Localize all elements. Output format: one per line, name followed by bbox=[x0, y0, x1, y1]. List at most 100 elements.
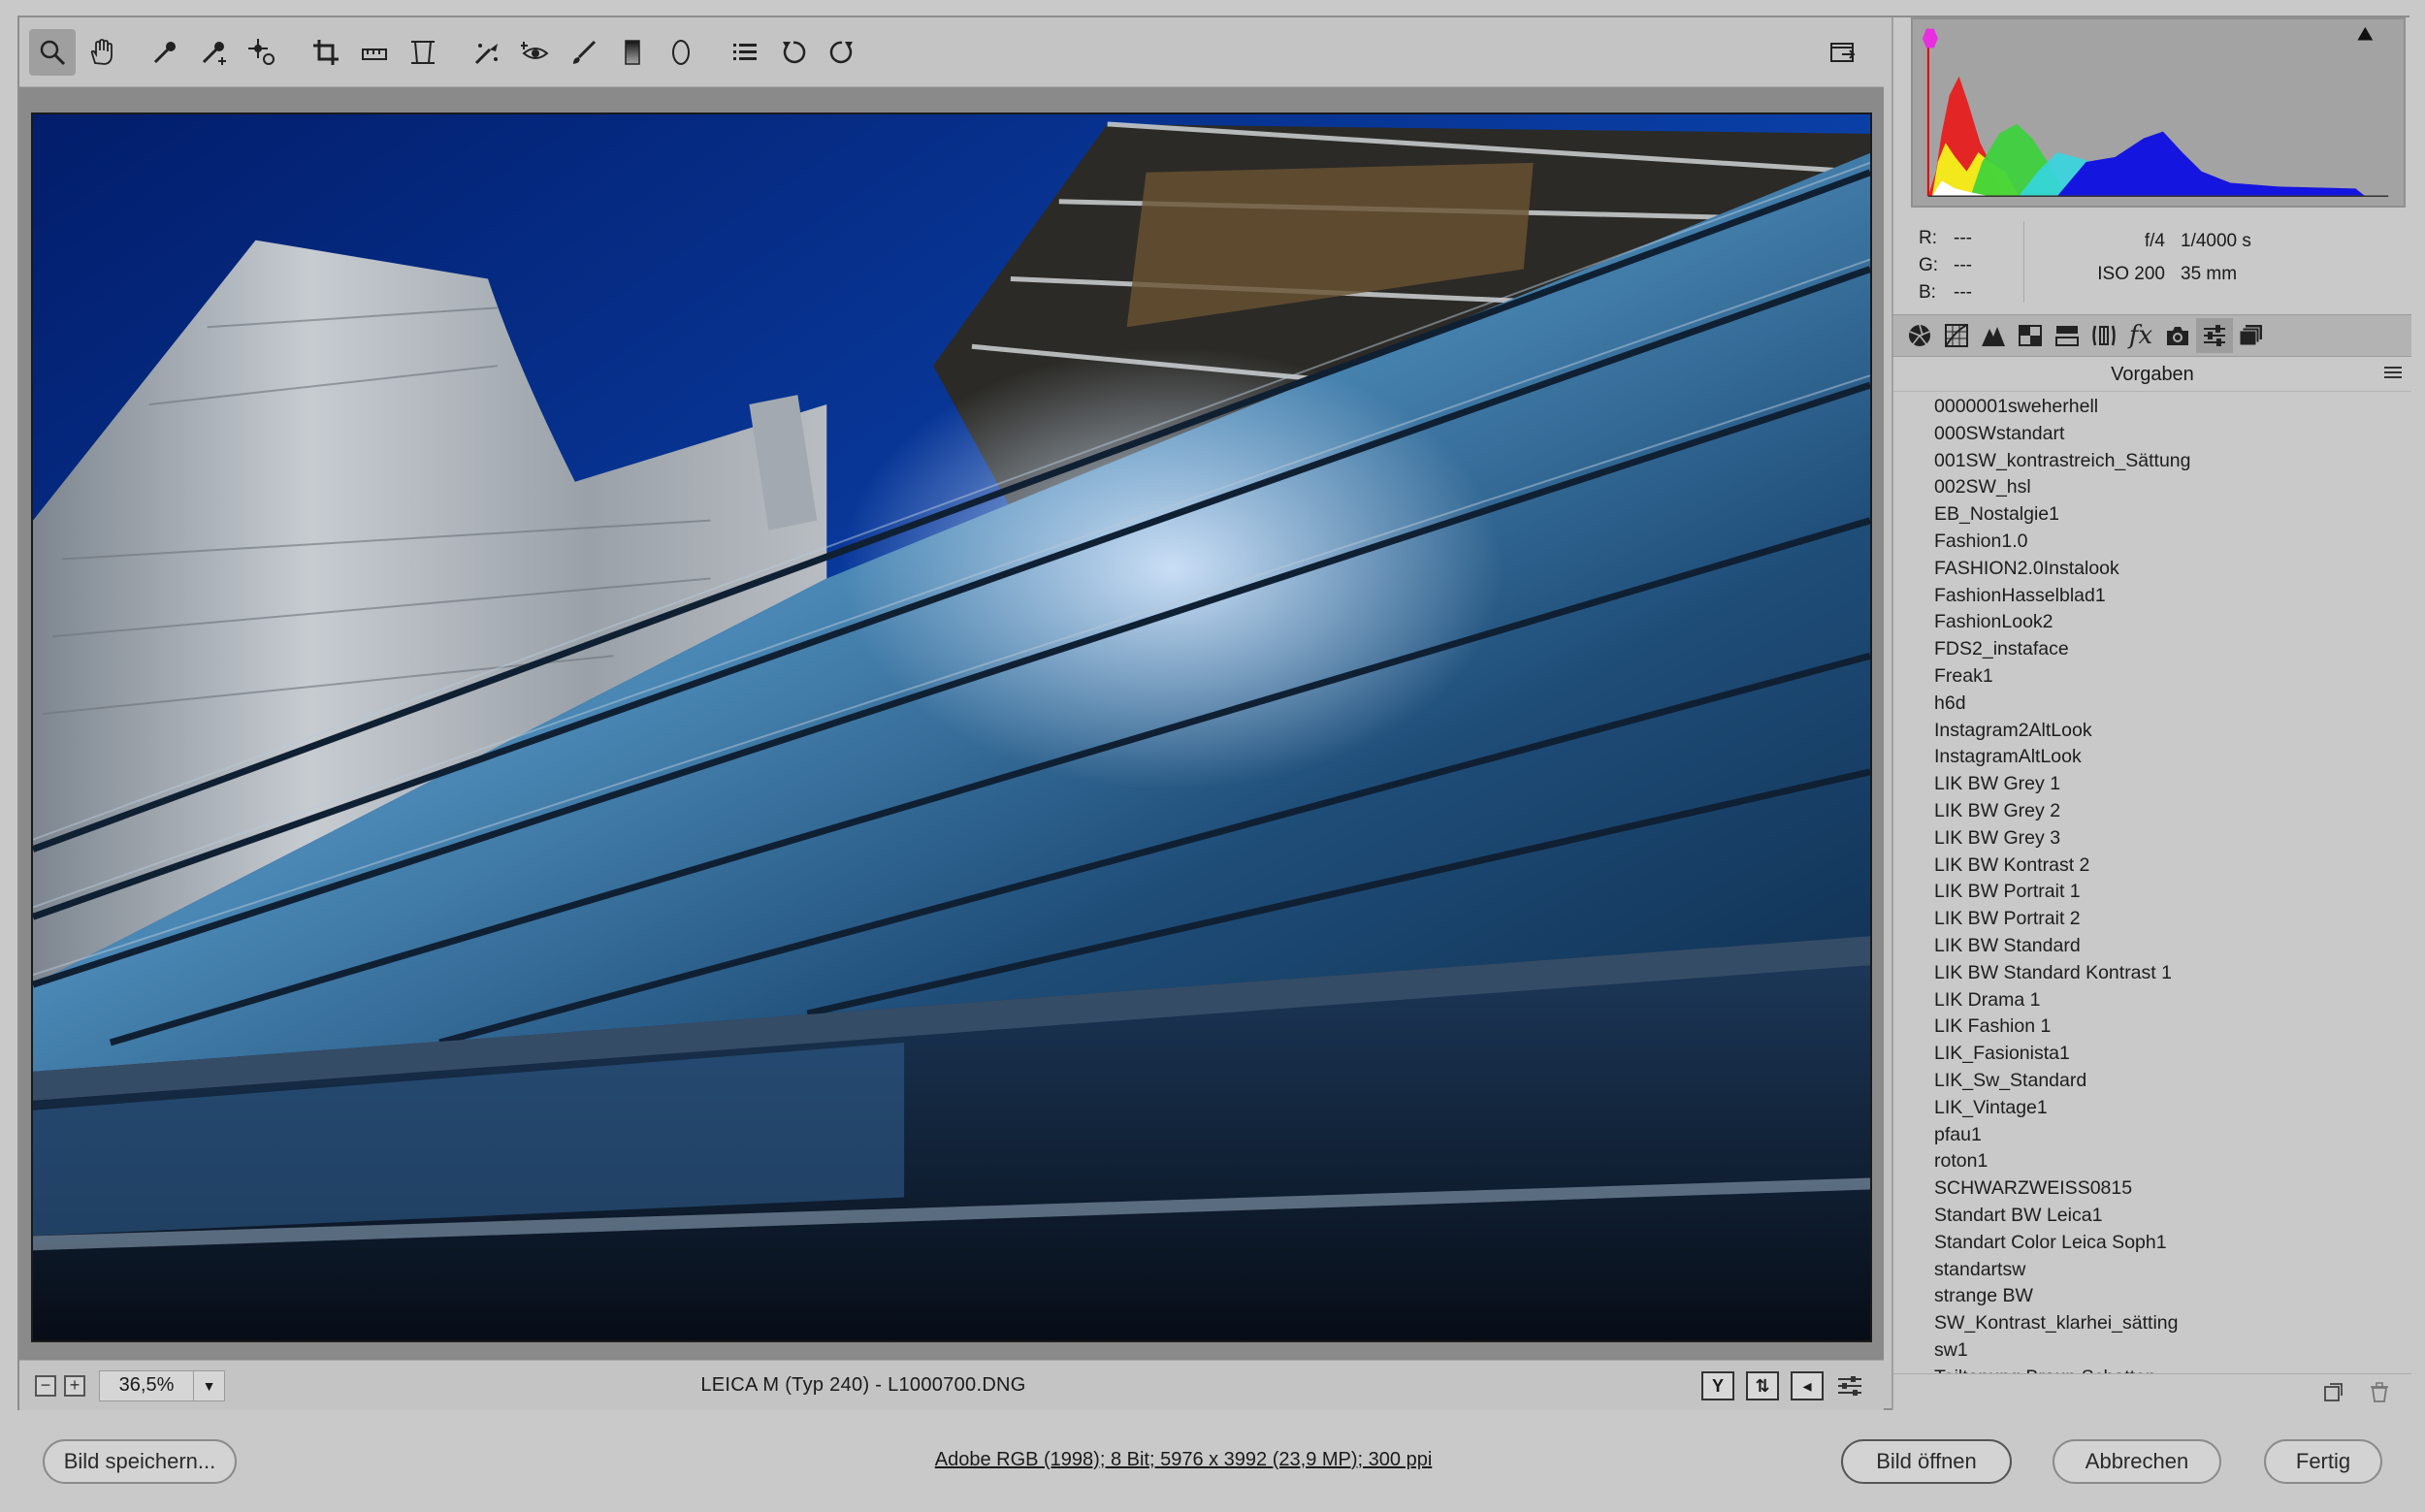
lens-icon bbox=[2092, 325, 2116, 346]
graduated-filter-icon bbox=[625, 39, 640, 65]
chevron-down-icon: ▼ bbox=[193, 1370, 224, 1400]
preset-item[interactable]: LIK_Sw_Standard bbox=[1893, 1068, 2411, 1095]
tab-basic[interactable] bbox=[1901, 318, 1938, 353]
zoom-out-button[interactable]: − bbox=[35, 1374, 56, 1397]
preset-item[interactable]: standartsw bbox=[1893, 1257, 2411, 1284]
pixel-info: R: --- G: --- B: --- f/4 1/4000 s ISO 200 3… bbox=[1893, 211, 2411, 312]
preset-item[interactable]: FashionHasselblad1 bbox=[1893, 583, 2411, 610]
preset-item[interactable]: Teiltonung Braun Schatten bbox=[1893, 1365, 2411, 1373]
rotate-left-button[interactable] bbox=[770, 29, 817, 76]
tab-presets[interactable] bbox=[2196, 318, 2233, 353]
preset-item[interactable]: LIK Fashion 1 bbox=[1893, 1013, 2411, 1041]
cancel-button[interactable]: Abbrechen bbox=[2053, 1439, 2221, 1484]
preset-item[interactable]: LIK Drama 1 bbox=[1893, 987, 2411, 1014]
list-icon bbox=[733, 43, 757, 60]
swap-settings-button[interactable]: ⇅ bbox=[1746, 1370, 1779, 1400]
done-button[interactable]: Fertig bbox=[2264, 1439, 2382, 1484]
preset-item[interactable]: SCHWARZWEISS0815 bbox=[1893, 1175, 2411, 1203]
radial-filter-tool-button[interactable] bbox=[658, 29, 704, 76]
preset-item[interactable]: EB_Nostalgie1 bbox=[1893, 501, 2411, 529]
tab-hsl[interactable] bbox=[2012, 318, 2049, 353]
preview-settings-icon[interactable] bbox=[1835, 1371, 1866, 1400]
preset-item[interactable]: LIK_Vintage1 bbox=[1893, 1095, 2411, 1122]
fx-icon: fx bbox=[2128, 321, 2153, 350]
preset-item[interactable]: FASHION2.0Instalook bbox=[1893, 556, 2411, 583]
preset-item[interactable]: SW_Kontrast_klarhei_sätting bbox=[1893, 1310, 2411, 1337]
copy-settings-button[interactable]: ◂ bbox=[1791, 1370, 1824, 1400]
preset-item[interactable]: Instagram2AltLook bbox=[1893, 718, 2411, 745]
snapshots-icon bbox=[2239, 325, 2262, 346]
preset-item[interactable]: roton1 bbox=[1893, 1148, 2411, 1175]
preset-item[interactable]: Standart BW Leica1 bbox=[1893, 1203, 2411, 1230]
preset-item[interactable]: 000SWstandart bbox=[1893, 421, 2411, 448]
iso-value: ISO 200 bbox=[2097, 264, 2165, 284]
rotate-right-button[interactable] bbox=[819, 29, 865, 76]
crop-tool-button[interactable] bbox=[303, 29, 349, 76]
fullscreen-toggle-button[interactable] bbox=[1820, 29, 1866, 76]
open-image-button[interactable]: Bild öffnen bbox=[1841, 1439, 2012, 1484]
new-preset-icon[interactable] bbox=[2322, 1382, 2344, 1403]
crop-icon bbox=[313, 39, 339, 65]
preset-item[interactable]: LIK BW Portrait 1 bbox=[1893, 879, 2411, 906]
zoom-tool-button[interactable] bbox=[29, 28, 76, 76]
preset-item[interactable]: LIK BW Portrait 2 bbox=[1893, 906, 2411, 933]
graduated-filter-tool-button[interactable] bbox=[609, 29, 656, 76]
transform-tool-button[interactable] bbox=[400, 29, 446, 76]
preset-item[interactable]: FDS2_instaface bbox=[1893, 636, 2411, 663]
white-balance-tool-button[interactable] bbox=[142, 29, 188, 76]
tab-camera-calibration[interactable] bbox=[2159, 318, 2196, 353]
tab-detail[interactable] bbox=[1975, 318, 2012, 353]
panel-menu-icon[interactable] bbox=[2384, 367, 2402, 381]
preset-item[interactable]: strange BW bbox=[1893, 1283, 2411, 1310]
hand-tool-button[interactable] bbox=[78, 29, 124, 76]
camera-icon bbox=[2167, 327, 2188, 345]
adjustment-brush-tool-button[interactable] bbox=[561, 29, 607, 76]
straighten-tool-button[interactable] bbox=[351, 29, 398, 76]
straighten-icon bbox=[362, 48, 387, 60]
preset-item[interactable]: 001SW_kontrastreich_Sättung bbox=[1893, 448, 2411, 475]
before-after-toggle[interactable]: Y bbox=[1701, 1370, 1734, 1400]
preset-item[interactable]: InstagramAltLook bbox=[1893, 744, 2411, 771]
spot-removal-icon bbox=[474, 43, 498, 64]
preset-item[interactable]: h6d bbox=[1893, 691, 2411, 718]
preset-item[interactable]: LIK_Fasionista1 bbox=[1893, 1041, 2411, 1068]
tab-effects[interactable]: fx bbox=[2122, 318, 2159, 353]
preset-item[interactable]: Standart Color Leica Soph1 bbox=[1893, 1230, 2411, 1257]
preset-item[interactable]: sw1 bbox=[1893, 1337, 2411, 1365]
preset-item[interactable]: pfau1 bbox=[1893, 1122, 2411, 1149]
zoom-in-button[interactable]: + bbox=[64, 1374, 85, 1397]
image-preview-area[interactable] bbox=[19, 87, 1884, 1377]
b-value: --- bbox=[1954, 282, 1972, 303]
preset-item[interactable]: LIK BW Standard bbox=[1893, 933, 2411, 960]
g-value: --- bbox=[1954, 255, 1972, 275]
rgb-readout: R: --- G: --- B: --- bbox=[1919, 225, 1988, 306]
zoom-value: 36,5% bbox=[118, 1374, 175, 1396]
preset-item[interactable]: LIK BW Kontrast 2 bbox=[1893, 853, 2411, 880]
tab-snapshots[interactable] bbox=[2233, 318, 2270, 353]
tab-split-toning[interactable] bbox=[2049, 318, 2086, 353]
zoom-level-select[interactable]: 36,5% ▼ bbox=[99, 1369, 225, 1401]
targeted-adjust-tool-button[interactable] bbox=[239, 29, 285, 76]
workflow-options-link[interactable]: Adobe RGB (1998); 8 Bit; 5976 x 3992 (23… bbox=[737, 1449, 1630, 1471]
presets-list-button[interactable] bbox=[722, 29, 768, 76]
preset-item[interactable]: LIK BW Grey 1 bbox=[1893, 771, 2411, 798]
preset-item[interactable]: 0000001sweherhell bbox=[1893, 394, 2411, 421]
preset-item[interactable]: LIK BW Grey 2 bbox=[1893, 798, 2411, 825]
tab-tone-curve[interactable] bbox=[1938, 318, 1975, 353]
preset-item[interactable]: FashionLook2 bbox=[1893, 609, 2411, 636]
trash-icon[interactable] bbox=[2369, 1382, 2390, 1403]
preset-item[interactable]: Fashion1.0 bbox=[1893, 529, 2411, 556]
spot-removal-tool-button[interactable] bbox=[464, 29, 510, 76]
preset-item[interactable]: LIK BW Grey 3 bbox=[1893, 825, 2411, 853]
preset-item[interactable]: 002SW_hsl bbox=[1893, 474, 2411, 501]
split-toning-icon bbox=[2055, 326, 2079, 346]
preset-item[interactable]: Freak1 bbox=[1893, 663, 2411, 691]
hand-icon bbox=[90, 38, 113, 65]
preset-item[interactable]: LIK BW Standard Kontrast 1 bbox=[1893, 960, 2411, 987]
dialog-footer: Bild speichern... Adobe RGB (1998); 8 Bi… bbox=[0, 1410, 2425, 1512]
tab-lens-corrections[interactable] bbox=[2086, 318, 2122, 353]
color-sampler-tool-button[interactable] bbox=[190, 29, 237, 76]
save-image-button[interactable]: Bild speichern... bbox=[43, 1439, 237, 1484]
photo-preview[interactable] bbox=[31, 113, 1872, 1342]
red-eye-tool-button[interactable] bbox=[512, 29, 559, 76]
